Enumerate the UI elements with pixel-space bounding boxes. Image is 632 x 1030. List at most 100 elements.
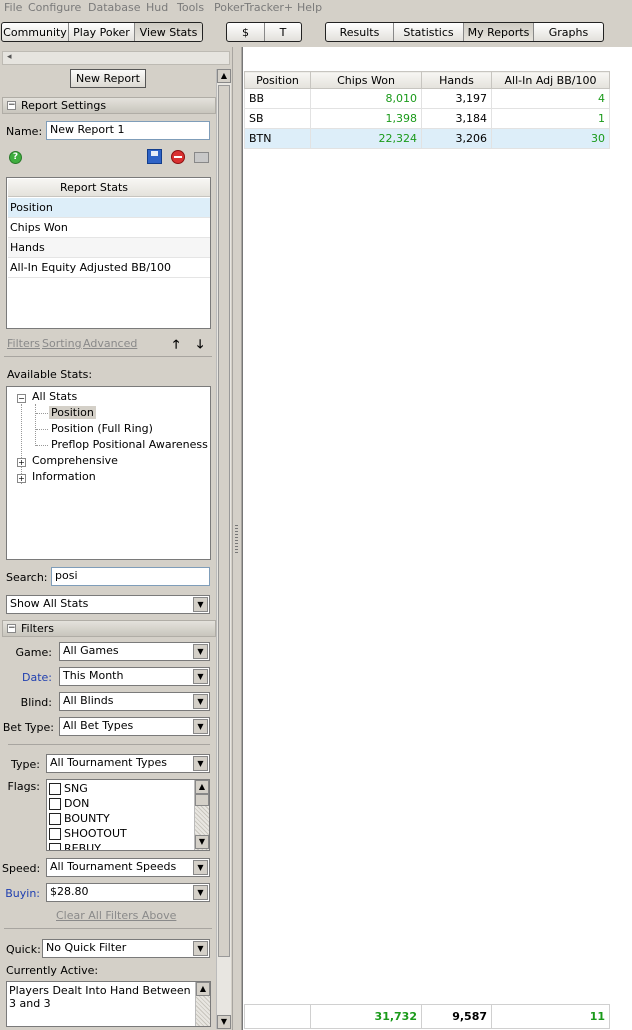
table-row[interactable]: SB 1,398 3,184 1 <box>244 108 610 129</box>
grip-icon[interactable] <box>235 525 238 555</box>
chevron-down-icon[interactable]: ▼ <box>193 860 208 875</box>
tab-play-poker[interactable]: Play Poker <box>69 23 135 41</box>
chevron-down-icon[interactable]: ▼ <box>193 597 208 612</box>
stats-search-input[interactable]: posi <box>51 567 210 586</box>
flag-checkbox[interactable] <box>49 783 61 795</box>
scroll-up-icon[interactable]: ▲ <box>195 780 209 794</box>
sidebar-collapse-bar[interactable]: ◂ <box>2 51 230 65</box>
menu-help[interactable]: Help <box>297 1 322 14</box>
filters-link[interactable]: Filters <box>7 337 40 350</box>
tree-node-all-stats[interactable]: All Stats <box>32 390 77 403</box>
chevron-down-icon[interactable]: ▼ <box>193 694 208 709</box>
chevron-down-icon[interactable]: ▼ <box>193 941 208 956</box>
date-select[interactable]: This Month ▼ <box>59 667 210 686</box>
game-value: All Games <box>63 644 119 657</box>
cell-allin-adj: 1 <box>491 108 610 129</box>
tournament-type-select[interactable]: All Tournament Types ▼ <box>46 754 210 773</box>
collapse-icon[interactable]: − <box>7 624 16 633</box>
collapse-icon[interactable]: − <box>7 101 16 110</box>
menu-pokertracker-plus[interactable]: PokerTracker+ <box>214 1 293 14</box>
print-icon[interactable] <box>194 152 209 163</box>
menu-hud[interactable]: Hud <box>146 1 168 14</box>
flag-checkbox[interactable] <box>49 843 61 850</box>
speed-select[interactable]: All Tournament Speeds ▼ <box>46 858 210 877</box>
tab-results[interactable]: Results <box>326 23 394 41</box>
menu-database[interactable]: Database <box>88 1 141 14</box>
tab-cash[interactable]: $ <box>227 23 265 41</box>
chevron-down-icon[interactable]: ▼ <box>193 756 208 771</box>
chevron-down-icon[interactable]: ▼ <box>193 885 208 900</box>
scroll-thumb[interactable] <box>218 85 230 957</box>
table-row[interactable]: BB 8,010 3,197 4 <box>244 88 610 109</box>
move-down-icon[interactable]: 🡓 <box>197 335 203 356</box>
flags-scrollbar[interactable]: ▲ ▼ <box>194 780 209 850</box>
tab-statistics[interactable]: Statistics <box>394 23 464 41</box>
menu-configure[interactable]: Configure <box>28 1 81 14</box>
chevron-down-icon[interactable]: ▼ <box>193 669 208 684</box>
expand-tree-icon[interactable]: + <box>17 474 26 483</box>
new-report-button[interactable]: New Report <box>70 69 146 88</box>
sorting-link[interactable]: Sorting <box>42 337 82 350</box>
report-stat-item[interactable]: Chips Won <box>8 218 210 238</box>
clear-filters-link[interactable]: Clear All Filters Above <box>56 909 176 922</box>
blind-select[interactable]: All Blinds ▼ <box>59 692 210 711</box>
game-select[interactable]: All Games ▼ <box>59 642 210 661</box>
active-scrollbar[interactable]: ▲ <box>195 982 210 1026</box>
collapse-left-icon[interactable]: ◂ <box>7 52 12 62</box>
sidebar-scrollbar[interactable]: ▲ ▼ <box>216 69 231 1029</box>
buyin-select[interactable]: $28.80 ▼ <box>46 883 210 902</box>
tree-node-comprehensive[interactable]: Comprehensive <box>32 454 118 467</box>
tree-node-position[interactable]: Position <box>49 406 96 419</box>
column-header-hands[interactable]: Hands <box>421 71 492 89</box>
advanced-link[interactable]: Advanced <box>83 337 137 350</box>
show-stats-select[interactable]: Show All Stats ▼ <box>6 595 210 614</box>
flag-label: SNG <box>64 782 88 795</box>
tree-node-preflop-positional-awareness[interactable]: Preflop Positional Awareness <box>51 438 208 451</box>
report-name-input[interactable]: New Report 1 <box>46 121 210 140</box>
filters-header[interactable]: − Filters <box>2 620 216 637</box>
move-up-icon[interactable]: 🡑 <box>173 335 179 356</box>
scroll-down-icon[interactable]: ▼ <box>217 1015 231 1029</box>
save-icon[interactable] <box>147 149 162 164</box>
cell-chips-won: 22,324 <box>310 128 422 149</box>
bet-type-select[interactable]: All Bet Types ▼ <box>59 717 210 736</box>
flag-checkbox[interactable] <box>49 828 61 840</box>
column-header-position[interactable]: Position <box>244 71 311 89</box>
quick-label: Quick: <box>6 943 41 956</box>
scroll-up-icon[interactable]: ▲ <box>196 982 210 996</box>
quick-filter-select[interactable]: No Quick Filter ▼ <box>42 939 210 958</box>
tab-graphs[interactable]: Graphs <box>534 23 603 41</box>
total-hands: 9,587 <box>421 1004 492 1029</box>
chevron-down-icon[interactable]: ▼ <box>193 719 208 734</box>
scroll-thumb[interactable] <box>195 794 209 806</box>
delete-icon[interactable] <box>171 150 185 164</box>
tab-view-stats[interactable]: View Stats <box>135 23 202 41</box>
table-row[interactable]: BTN 22,324 3,206 30 <box>244 128 610 149</box>
scroll-up-icon[interactable]: ▲ <box>217 69 231 83</box>
expand-tree-icon[interactable]: + <box>17 458 26 467</box>
tab-tournament[interactable]: T <box>265 23 301 41</box>
report-settings-header[interactable]: − Report Settings <box>2 97 216 114</box>
tab-community[interactable]: Community <box>2 23 69 41</box>
chevron-down-icon[interactable]: ▼ <box>193 644 208 659</box>
menu-tools[interactable]: Tools <box>177 1 204 14</box>
report-stat-item[interactable]: Position <box>8 198 210 218</box>
bet-type-value: All Bet Types <box>63 719 134 732</box>
flag-checkbox[interactable] <box>49 813 61 825</box>
report-stat-item[interactable]: Hands <box>8 238 210 258</box>
column-header-chips-won[interactable]: Chips Won <box>310 71 422 89</box>
tab-my-reports[interactable]: My Reports <box>464 23 534 41</box>
help-icon[interactable]: ? <box>9 151 22 164</box>
panel-splitter[interactable] <box>232 47 242 1030</box>
report-stat-item[interactable]: All-In Equity Adjusted BB/100 <box>8 258 210 278</box>
collapse-tree-icon[interactable]: − <box>17 394 26 403</box>
tree-node-information[interactable]: Information <box>32 470 96 483</box>
buyin-label[interactable]: Buyin: <box>2 887 40 900</box>
column-header-allin-adj[interactable]: All-In Adj BB/100 <box>491 71 610 89</box>
tree-node-position-full-ring[interactable]: Position (Full Ring) <box>51 422 153 435</box>
flag-checkbox[interactable] <box>49 798 61 810</box>
report-stats-header: Report Stats <box>8 179 210 197</box>
scroll-down-icon[interactable]: ▼ <box>195 835 209 849</box>
menu-file[interactable]: File <box>4 1 22 14</box>
date-label[interactable]: Date: <box>4 671 52 684</box>
